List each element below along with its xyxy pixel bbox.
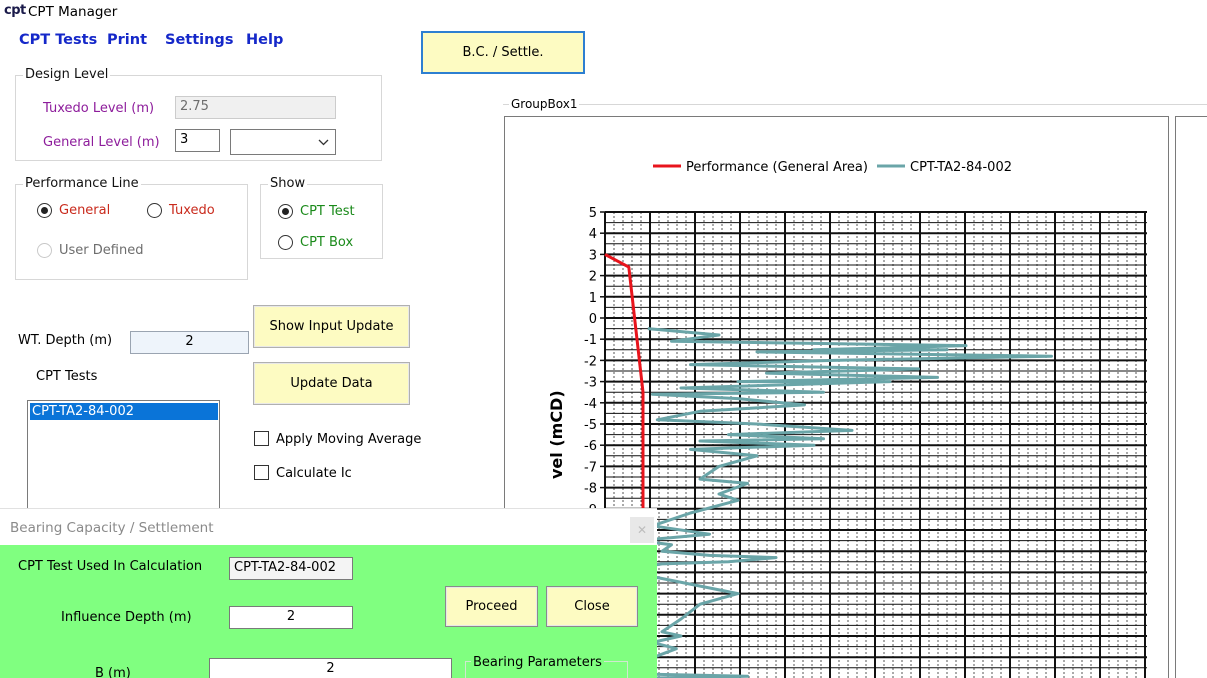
close-button[interactable]: Close	[546, 586, 638, 627]
chevron-down-icon	[318, 135, 329, 149]
y-tick-label: -7	[584, 460, 597, 475]
calculate-ic-checkbox[interactable]	[254, 465, 269, 480]
cpt-used-label: CPT Test Used In Calculation	[18, 559, 203, 574]
bc-settle-button[interactable]: B.C. / Settle.	[421, 31, 585, 74]
menu-print[interactable]: Print	[107, 32, 147, 48]
y-axis-label: vel (mCD)	[547, 390, 566, 479]
general-radio[interactable]	[37, 203, 52, 218]
menu-cpt-tests[interactable]: CPT Tests	[19, 32, 97, 48]
menu-settings[interactable]: Settings	[165, 32, 233, 48]
chart-frame-secondary	[1175, 116, 1207, 678]
show-title: Show	[268, 176, 308, 191]
y-tick-label: 2	[589, 270, 597, 285]
y-tick-label: 5	[589, 206, 597, 221]
user-defined-label: User Defined	[59, 243, 144, 258]
influence-depth-label: Influence Depth (m)	[61, 610, 192, 625]
performance-line-title: Performance Line	[23, 176, 141, 191]
tuxedo-radio[interactable]	[147, 203, 162, 218]
b-field[interactable]: 2	[209, 658, 452, 678]
general-level-combo[interactable]	[230, 129, 336, 155]
chart-group-title: GroupBox1	[509, 97, 580, 111]
dialog-titlebar: Bearing Capacity / Settlement ✕	[0, 508, 657, 545]
chart-group-border	[503, 104, 1207, 105]
y-tick-label: 3	[589, 248, 597, 263]
legend-cpt: CPT-TA2-84-002	[910, 160, 1012, 175]
general-level-label: General Level (m)	[43, 135, 160, 150]
cpt-used-field[interactable]: CPT-TA2-84-002	[229, 557, 353, 580]
moving-average-label: Apply Moving Average	[276, 432, 422, 447]
bearing-params-title: Bearing Parameters	[471, 655, 604, 670]
tuxedo-level-label: Tuxedo Level (m)	[43, 101, 155, 116]
y-tick-label: 1	[589, 291, 597, 306]
y-tick-label: -3	[584, 376, 597, 391]
y-tick-label: 0	[589, 312, 597, 327]
y-tick-label: -5	[584, 418, 597, 433]
app-logo: cpt	[4, 3, 26, 18]
wt-depth-field[interactable]: 2	[130, 331, 249, 354]
tuxedo-level-field[interactable]: 2.75	[175, 96, 336, 119]
y-tick-label: -2	[584, 354, 597, 369]
wt-depth-label: WT. Depth (m)	[18, 333, 113, 348]
legend-performance: Performance (General Area)	[686, 160, 868, 175]
cpt-test-label: CPT Test	[300, 204, 355, 219]
cpt-test-radio[interactable]	[278, 204, 293, 219]
performance-line-group: Performance Line	[15, 176, 248, 280]
update-data-button[interactable]: Update Data	[253, 362, 410, 405]
menu-help[interactable]: Help	[246, 32, 283, 48]
influence-depth-field[interactable]: 2	[229, 606, 353, 629]
general-radio-label: General	[59, 203, 111, 218]
cpt-tests-list[interactable]: CPT-TA2-84-002	[27, 400, 220, 520]
calculate-ic-label: Calculate Ic	[276, 466, 352, 481]
window-title: CPT Manager	[28, 4, 118, 20]
tuxedo-radio-label: Tuxedo	[169, 203, 215, 218]
cpt-box-radio[interactable]	[278, 235, 293, 250]
cpt-box-label: CPT Box	[300, 235, 354, 250]
design-level-title: Design Level	[23, 67, 111, 82]
y-tick-label: -6	[584, 439, 597, 454]
list-item[interactable]: CPT-TA2-84-002	[30, 403, 218, 420]
general-level-field[interactable]: 3	[175, 129, 220, 152]
show-input-update-button[interactable]: Show Input Update	[253, 305, 410, 348]
b-label: B (m)	[95, 666, 131, 678]
close-icon[interactable]: ✕	[630, 517, 654, 543]
proceed-button[interactable]: Proceed	[445, 586, 538, 627]
user-defined-radio[interactable]	[37, 243, 52, 258]
y-tick-label: 4	[589, 227, 597, 242]
y-tick-label: -1	[584, 333, 597, 348]
y-tick-label: -4	[584, 397, 597, 412]
dialog-title: Bearing Capacity / Settlement	[10, 520, 214, 536]
y-tick-label: -8	[584, 482, 597, 497]
cpt-tests-label: CPT Tests	[36, 369, 98, 384]
moving-average-checkbox[interactable]	[254, 431, 269, 446]
bearing-capacity-dialog: Bearing Capacity / Settlement ✕ CPT Test…	[0, 508, 657, 678]
